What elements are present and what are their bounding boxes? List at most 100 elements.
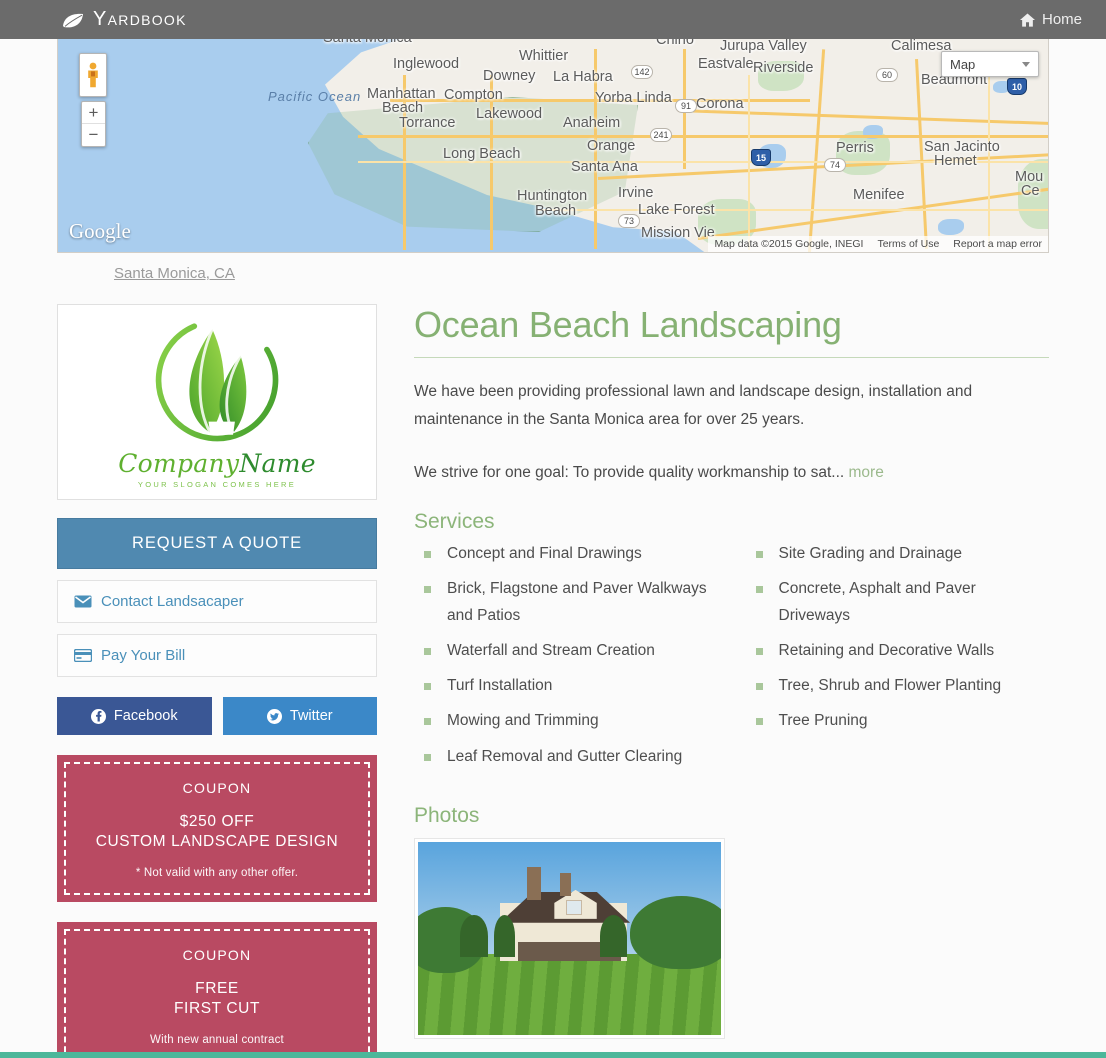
photos-heading: Photos xyxy=(414,803,480,827)
twitter-button[interactable]: Twitter xyxy=(222,697,377,735)
top-navbar: Yardbook Home xyxy=(0,0,1106,39)
map-type-selector[interactable]: Map xyxy=(941,51,1039,77)
house-with-manicured-lawn-image xyxy=(418,841,721,1035)
map-type-label: Map xyxy=(950,56,976,72)
brand-logo-link[interactable]: Yardbook xyxy=(62,8,187,31)
service-list-item: Tree, Shrub and Flower Planting xyxy=(746,672,1050,699)
coupon-offer-line1: FREE xyxy=(195,979,239,997)
services-columns: Concept and Final Drawings Brick, Flagsto… xyxy=(414,540,1049,778)
services-column-left: Concept and Final Drawings Brick, Flagsto… xyxy=(414,540,718,778)
map-highway-shield: 10 xyxy=(1007,78,1027,95)
map-highway-shield: 60 xyxy=(876,68,898,82)
map-highway-shield: 91 xyxy=(675,99,697,113)
photo-thumbnail[interactable] xyxy=(414,837,725,1039)
service-list-item: Concrete, Asphalt and Paver Driveways xyxy=(746,575,1050,629)
service-list-item: Concept and Final Drawings xyxy=(414,540,718,567)
title-divider xyxy=(414,357,1049,359)
service-list-item: Turf Installation xyxy=(414,672,718,699)
map-highway-shield: 74 xyxy=(824,158,846,172)
coupon-title: COUPON xyxy=(182,946,252,963)
map-attribution: Map data ©2015 Google, INEGI Terms of Us… xyxy=(708,236,1048,252)
service-list-item: Mowing and Trimming xyxy=(414,707,718,734)
request-a-quote-button[interactable]: REQUEST A QUOTE xyxy=(57,518,377,569)
intro-paragraph-2-text: We strive for one goal: To provide quali… xyxy=(414,463,845,481)
google-watermark: Google xyxy=(69,219,131,243)
social-buttons: Facebook Twitter xyxy=(57,697,377,735)
pay-your-bill-button[interactable]: Pay Your Bill xyxy=(57,634,377,677)
map-highway-shield: 73 xyxy=(618,214,640,228)
freeway xyxy=(390,99,810,102)
zoom-in-button[interactable]: + xyxy=(82,102,105,124)
service-list-item: Brick, Flagstone and Paver Walkways and … xyxy=(414,575,718,629)
services-column-right: Site Grading and Drainage Concrete, Aspha… xyxy=(746,540,1050,778)
terms-of-use-link[interactable]: Terms of Use xyxy=(877,238,939,250)
map-section: Santa MonicaInglewoodWhittierChinoJurupa… xyxy=(0,39,1106,282)
nav-home-label: Home xyxy=(1041,11,1082,28)
navbar-right: Home xyxy=(1014,7,1088,32)
leaf-icon xyxy=(62,12,84,28)
pay-your-bill-label: Pay Your Bill xyxy=(101,647,186,664)
coupon-card[interactable]: COUPON FREE FIRST CUT With new annual co… xyxy=(57,921,377,1052)
read-more-link[interactable]: more xyxy=(849,464,884,481)
service-list-item: Site Grading and Drainage xyxy=(746,540,1050,567)
sidebar: CompanyName YOUR SLOGAN COMES HERE REQUE… xyxy=(57,304,377,1052)
coupon-offer-line1: $250 OFF xyxy=(179,813,255,830)
arterial-road xyxy=(538,209,1048,211)
envelope-icon xyxy=(74,595,92,608)
arterial-road xyxy=(748,75,750,250)
coupon-fine-print: With new annual contract xyxy=(150,1033,284,1046)
facebook-icon xyxy=(90,708,106,724)
facebook-label: Facebook xyxy=(113,708,178,724)
coupon-offer: FREE FIRST CUT xyxy=(76,979,358,1020)
page-root: Yardbook Home Inglewood Whittier Chino J… xyxy=(0,0,1106,1058)
park-area xyxy=(758,61,804,91)
photo-gallery xyxy=(414,837,1049,1052)
service-list-item: Retaining and Decorative Walls xyxy=(746,637,1050,664)
coupon-offer: $250 OFF CUSTOM LANDSCAPE DESIGN xyxy=(76,812,358,853)
services-list-right: Site Grading and Drainage Concrete, Aspha… xyxy=(746,540,1050,735)
map-highway-shield: 241 xyxy=(650,128,672,142)
coupon-offer-line2: FIRST CUT xyxy=(173,1000,261,1018)
coupon-title: COUPON xyxy=(182,780,252,796)
logo-word-name: Name xyxy=(239,448,316,478)
arterial-road xyxy=(988,69,990,249)
logo-company-name: CompanyName xyxy=(118,449,316,478)
freeway xyxy=(594,49,597,249)
services-heading: Services xyxy=(414,509,495,533)
contact-landscaper-button[interactable]: Contact Landsacaper xyxy=(57,580,377,623)
location-link[interactable]: Santa Monica, CA xyxy=(114,265,1049,282)
coupon-fine-print: * Not valid with any other offer. xyxy=(135,866,299,879)
main-column: Ocean Beach Landscaping We have been pro… xyxy=(414,304,1049,1052)
freeway xyxy=(358,135,1048,138)
map-highway-shield: 15 xyxy=(751,149,771,166)
map-zoom-controls[interactable]: + − xyxy=(81,101,106,147)
twitter-icon xyxy=(266,708,282,724)
chevron-down-icon xyxy=(1022,61,1030,67)
map-data-credit: Map data ©2015 Google, INEGI xyxy=(714,238,864,250)
nav-home-link[interactable]: Home xyxy=(1014,7,1088,32)
report-map-error-link[interactable]: Report a map error xyxy=(953,238,1042,250)
lake xyxy=(938,219,964,235)
coupon-card[interactable]: COUPON $250 OFF CUSTOM LANDSCAPE DESIGN … xyxy=(57,755,377,902)
service-list-item: Leaf Removal and Gutter Clearing xyxy=(414,743,718,770)
logo-word-company: Company xyxy=(118,448,240,478)
street-view-pegman-icon[interactable] xyxy=(79,53,107,97)
credit-card-icon xyxy=(74,649,92,662)
contact-landscaper-label: Contact Landsacaper xyxy=(101,593,244,610)
coupon-offer-line2: CUSTOM LANDSCAPE DESIGN xyxy=(95,833,339,851)
google-map[interactable]: Santa MonicaInglewoodWhittierChinoJurupa… xyxy=(57,39,1049,253)
zoom-out-button[interactable]: − xyxy=(82,124,105,146)
map-canvas[interactable]: Santa MonicaInglewoodWhittierChinoJurupa… xyxy=(58,39,1048,252)
logo-slogan: YOUR SLOGAN COMES HERE xyxy=(137,479,297,489)
home-icon xyxy=(1019,12,1035,27)
company-logo: CompanyName YOUR SLOGAN COMES HERE xyxy=(118,316,316,489)
services-list-left: Concept and Final Drawings Brick, Flagsto… xyxy=(414,540,718,770)
arterial-road xyxy=(358,161,1048,163)
coupon-inner: COUPON FREE FIRST CUT With new annual co… xyxy=(64,928,370,1052)
map-highway-shield: 142 xyxy=(631,65,653,79)
coupon-inner: COUPON $250 OFF CUSTOM LANDSCAPE DESIGN … xyxy=(64,762,370,895)
intro-paragraph-2: We strive for one goal: To provide quali… xyxy=(414,459,1049,486)
facebook-button[interactable]: Facebook xyxy=(57,697,212,735)
brand-label: Yardbook xyxy=(93,8,187,30)
service-list-item: Tree Pruning xyxy=(746,707,1050,734)
